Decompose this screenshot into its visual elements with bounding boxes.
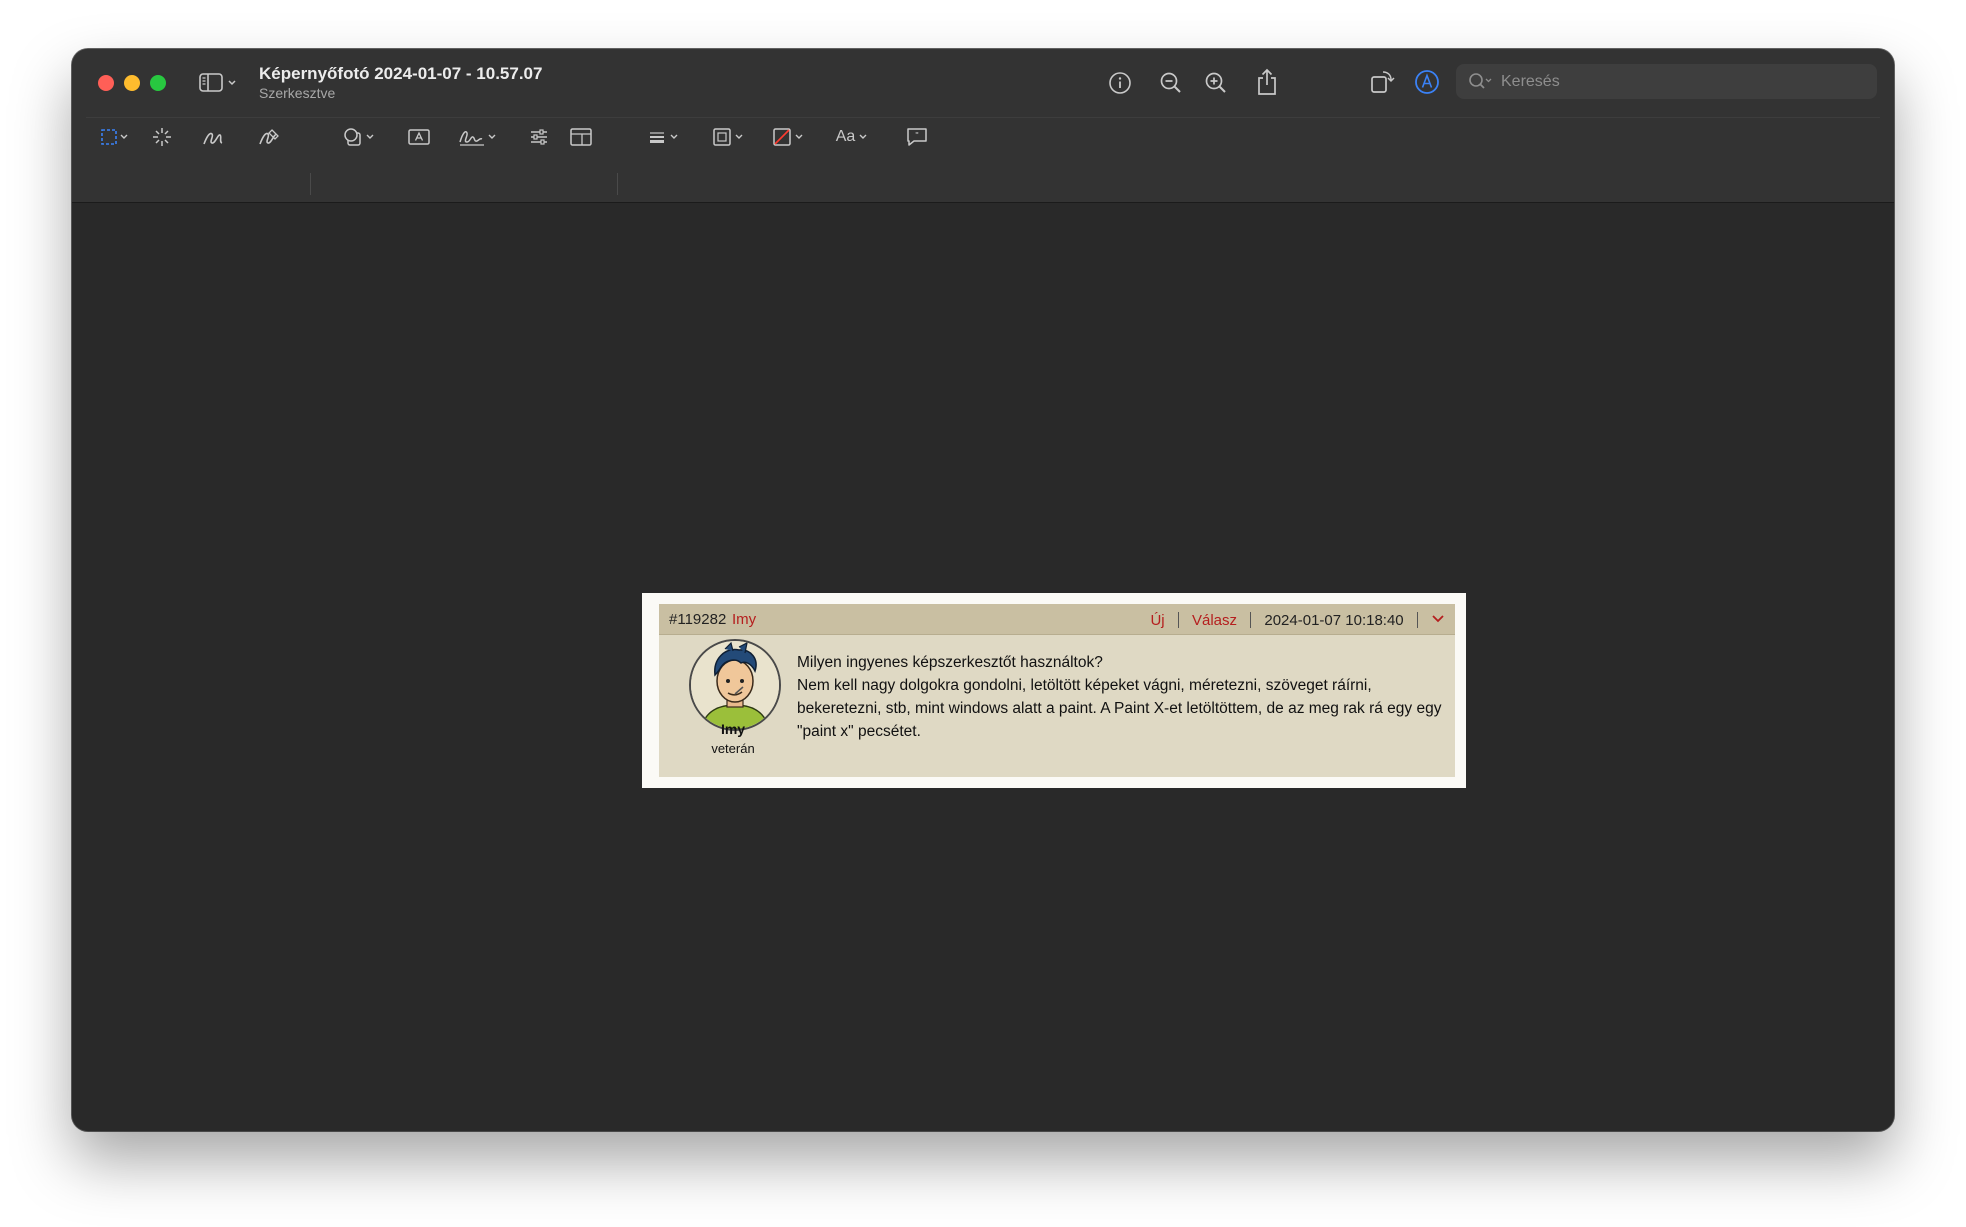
separator — [1250, 612, 1252, 629]
text-box-icon[interactable] — [404, 123, 434, 151]
shapes-tool-icon[interactable] — [340, 123, 380, 151]
screenshot-image[interactable]: #119282 Imy Új Válasz 2024-01-07 10:18:4… — [642, 593, 1466, 788]
share-icon[interactable] — [1253, 67, 1281, 97]
minimize-window-button[interactable] — [124, 75, 140, 91]
adjust-size-icon[interactable] — [566, 123, 596, 151]
close-window-button[interactable] — [98, 75, 114, 91]
post-meta: Új Válasz 2024-01-07 10:18:40 — [1150, 611, 1445, 629]
separator — [1177, 612, 1179, 629]
adjust-color-icon[interactable] — [524, 123, 554, 151]
title-bar: Képernyőfotó 2024-01-07 - 10.57.07 Szerk… — [72, 49, 1894, 117]
rotate-icon[interactable] — [1367, 67, 1397, 97]
document-title[interactable]: Képernyőfotó 2024-01-07 - 10.57.07 — [259, 64, 542, 84]
toolbar-divider — [617, 173, 618, 195]
avatar-rank: veterán — [711, 741, 755, 756]
shape-style-icon[interactable] — [646, 123, 686, 151]
signature-tool-icon[interactable] — [456, 123, 502, 151]
zoom-window-button[interactable] — [150, 75, 166, 91]
selection-tool-icon[interactable] — [98, 123, 134, 151]
description-icon[interactable]: " — [902, 123, 932, 151]
avatar-username: Imy — [720, 721, 746, 737]
avatar — [689, 639, 781, 731]
zoom-in-icon[interactable] — [1202, 69, 1230, 97]
search-field[interactable]: Keresés — [1456, 64, 1877, 99]
border-color-icon[interactable] — [710, 123, 750, 151]
markup-icon[interactable] — [1412, 67, 1442, 97]
info-icon[interactable] — [1106, 69, 1134, 97]
post-body-line: Nem kell nagy dolgokra gondolni, letöltö… — [797, 677, 1442, 740]
sidebar-toggle-icon[interactable] — [198, 69, 240, 97]
post-datetime: 2024-01-07 10:18:40 — [1264, 611, 1404, 629]
forum-post: #119282 Imy Új Válasz 2024-01-07 10:18:4… — [659, 604, 1455, 777]
text-style-button[interactable]: Aa — [834, 123, 874, 151]
zoom-out-icon[interactable] — [1157, 69, 1185, 97]
chevron-down-icon[interactable] — [1431, 612, 1445, 629]
draw-tool-icon[interactable] — [254, 123, 284, 151]
search-icon — [1468, 71, 1494, 93]
fill-color-icon[interactable] — [770, 123, 810, 151]
separator — [1416, 612, 1418, 629]
sketch-tool-icon[interactable] — [198, 123, 228, 151]
new-link[interactable]: Új — [1150, 612, 1164, 629]
post-id: #119282 — [669, 611, 727, 628]
avatar-illustration-icon — [691, 641, 779, 729]
post-body-line: Milyen ingyenes képszerkesztőt használto… — [797, 654, 1103, 671]
document-subtitle: Szerkesztve — [259, 85, 336, 101]
search-placeholder: Keresés — [1501, 73, 1560, 90]
reply-link[interactable]: Válasz — [1192, 612, 1237, 629]
post-body: Milyen ingyenes képszerkesztőt használto… — [797, 651, 1447, 743]
preview-window: Képernyőfotó 2024-01-07 - 10.57.07 Szerk… — [72, 49, 1894, 1131]
post-username-link[interactable]: Imy — [732, 611, 756, 628]
instant-alpha-icon[interactable] — [147, 123, 177, 151]
text-style-label: Aa — [835, 128, 856, 145]
toolbar-separator — [86, 117, 1880, 118]
svg-text:": " — [915, 131, 918, 141]
toolbar-divider — [310, 173, 311, 195]
post-header: #119282 Imy Új Válasz 2024-01-07 10:18:4… — [659, 604, 1455, 635]
